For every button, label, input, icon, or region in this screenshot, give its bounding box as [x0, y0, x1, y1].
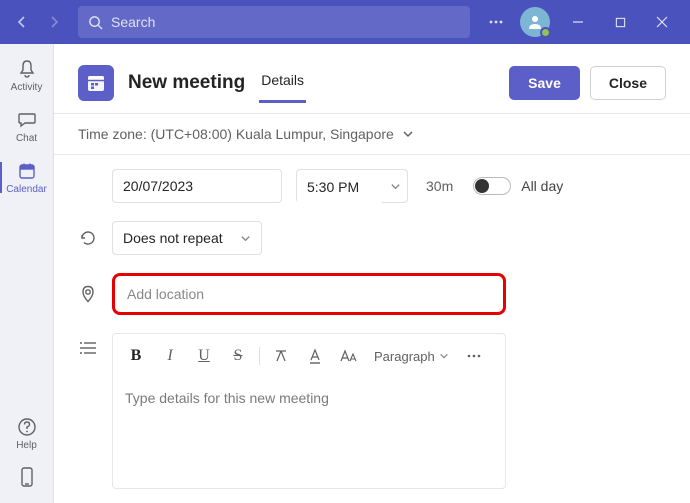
save-button[interactable]: Save: [509, 66, 580, 100]
chevron-down-icon: [439, 351, 449, 361]
sidebar-item-activity[interactable]: Activity: [0, 50, 54, 101]
font-color-button[interactable]: [300, 342, 330, 370]
calendar-app-icon: [78, 65, 114, 101]
paragraph-style-select[interactable]: Paragraph: [368, 345, 455, 368]
allday-label: All day: [521, 178, 563, 194]
close-icon: [656, 16, 668, 28]
underline-button[interactable]: U: [189, 342, 219, 370]
sidebar-item-label: Chat: [16, 133, 37, 144]
bold-button[interactable]: B: [121, 342, 151, 370]
repeat-select[interactable]: Does not repeat: [112, 221, 262, 255]
sidebar-item-label: Activity: [11, 82, 43, 93]
editor-placeholder: Type details for this new meeting: [125, 390, 329, 406]
nav-back-button[interactable]: [8, 8, 36, 36]
paragraph-label: Paragraph: [374, 349, 435, 364]
tab-details[interactable]: Details: [259, 68, 306, 103]
bell-icon: [16, 58, 38, 80]
page-title: New meeting: [128, 72, 245, 94]
maximize-button[interactable]: [600, 0, 640, 44]
details-row: B I U S: [78, 333, 666, 489]
close-window-button[interactable]: [642, 0, 682, 44]
chevron-left-icon: [16, 16, 28, 28]
editor-toolbar: B I U S: [113, 334, 505, 378]
repeat-row: Does not repeat: [78, 221, 666, 255]
highlight-button[interactable]: [266, 342, 296, 370]
sidebar-item-device[interactable]: [0, 459, 54, 503]
chevron-right-icon: [48, 16, 60, 28]
location-input[interactable]: Add location: [112, 273, 506, 315]
more-formatting-button[interactable]: [459, 342, 489, 370]
toolbar-separator: [259, 347, 260, 365]
sidebar-item-label: Calendar: [6, 184, 47, 195]
allday-toggle[interactable]: [473, 177, 511, 195]
date-input[interactable]: 20/07/2023: [112, 169, 282, 203]
maximize-icon: [615, 17, 626, 28]
font-size-icon: [340, 349, 358, 363]
time-dropdown-button[interactable]: [383, 170, 407, 202]
location-placeholder: Add location: [127, 286, 204, 302]
titlebar: Search: [0, 0, 690, 44]
person-icon: [527, 14, 543, 30]
timezone-selector[interactable]: Time zone: (UTC+08:00) Kuala Lumpur, Sin…: [54, 114, 690, 154]
chat-icon: [16, 109, 38, 131]
ellipsis-icon: [467, 354, 481, 358]
time-value: 5:30 PM: [307, 179, 359, 195]
details-editor: B I U S: [112, 333, 506, 489]
font-size-button[interactable]: [334, 342, 364, 370]
location-icon: [78, 285, 98, 303]
device-icon: [16, 467, 38, 489]
datetime-row: 20/07/2023 5:30 PM 30m All day: [78, 169, 666, 203]
time-input[interactable]: 5:30 PM: [297, 170, 383, 204]
content: New meeting Details Save Close Time zone…: [54, 44, 690, 503]
help-icon: [16, 416, 38, 438]
minimize-icon: [572, 16, 584, 28]
sidebar: Activity Chat Calendar Help: [0, 44, 54, 503]
nav-forward-button[interactable]: [40, 8, 68, 36]
sidebar-item-chat[interactable]: Chat: [0, 101, 54, 152]
titlebar-right: [480, 0, 682, 44]
repeat-icon: [78, 229, 98, 247]
calendar-icon: [16, 160, 38, 182]
repeat-value: Does not repeat: [123, 230, 223, 246]
sidebar-item-calendar[interactable]: Calendar: [0, 152, 54, 203]
ellipsis-icon: [489, 20, 503, 24]
search-icon: [88, 15, 103, 30]
more-button[interactable]: [480, 0, 512, 44]
search-input[interactable]: Search: [78, 6, 470, 38]
description-icon: [78, 341, 98, 355]
duration-label: 30m: [426, 178, 453, 194]
editor-textarea[interactable]: Type details for this new meeting: [113, 378, 505, 488]
close-button[interactable]: Close: [590, 66, 666, 100]
highlight-icon: [273, 348, 289, 364]
chevron-down-icon: [240, 233, 251, 244]
sidebar-item-help[interactable]: Help: [0, 408, 54, 459]
search-placeholder: Search: [111, 14, 155, 30]
profile-button[interactable]: [520, 7, 550, 37]
chevron-down-icon: [402, 128, 414, 140]
minimize-button[interactable]: [558, 0, 598, 44]
presence-indicator: [540, 27, 551, 38]
italic-button[interactable]: I: [155, 342, 185, 370]
strikethrough-button[interactable]: S: [223, 342, 253, 370]
chevron-down-icon: [390, 181, 401, 192]
toggle-knob: [475, 179, 489, 193]
font-color-icon: [307, 348, 323, 364]
location-row: Add location: [78, 273, 666, 315]
page-header: New meeting Details Save Close: [54, 44, 690, 103]
sidebar-item-label: Help: [16, 440, 37, 451]
date-value: 20/07/2023: [123, 178, 193, 194]
timezone-text: Time zone: (UTC+08:00) Kuala Lumpur, Sin…: [78, 126, 394, 142]
